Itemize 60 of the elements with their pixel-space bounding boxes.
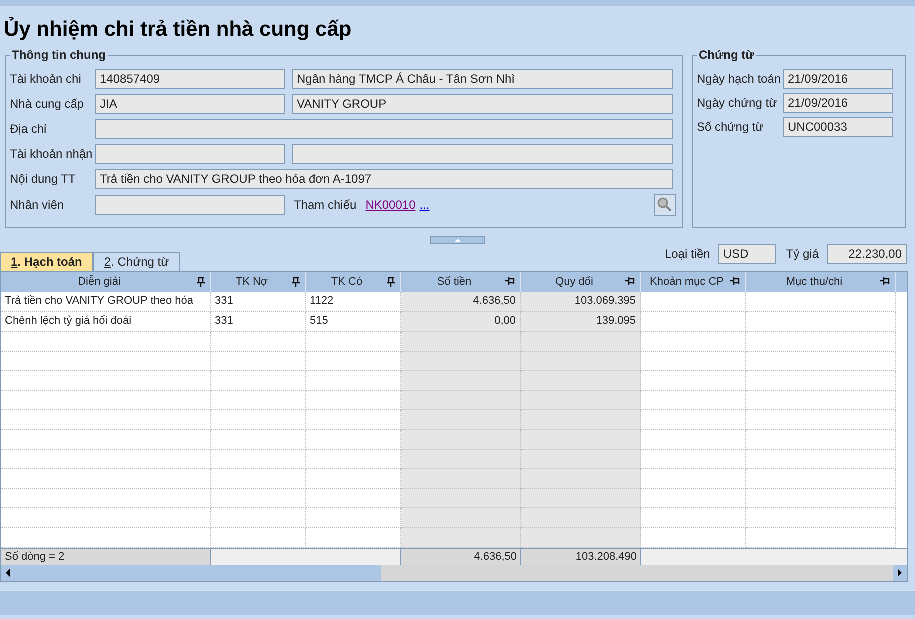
- text-field[interactable]: 21/09/2016: [783, 69, 893, 89]
- pin-icon[interactable]: [505, 277, 515, 285]
- table-cell: 0,00: [401, 312, 521, 332]
- field-label: Ngày chứng từ: [697, 95, 778, 112]
- field-label: Tài khoản chi: [10, 71, 82, 88]
- total-cell: 103.208.490: [521, 548, 641, 565]
- field-label: Nội dung TT: [10, 171, 77, 188]
- reference-link[interactable]: NK00010: [366, 196, 416, 214]
- table-cell: 139.095: [521, 312, 641, 332]
- pin-icon[interactable]: [292, 277, 300, 287]
- total-cell: 4.636,50: [401, 548, 521, 565]
- text-field[interactable]: [95, 195, 285, 215]
- row-count: Số dòng = 2: [1, 548, 211, 565]
- text-field[interactable]: 22.230,00: [827, 244, 907, 264]
- text-field[interactable]: 21/09/2016: [783, 93, 893, 113]
- group-title: Thông tin chung: [11, 47, 107, 64]
- text-field[interactable]: JIA: [95, 94, 285, 114]
- table-cell: 331: [211, 292, 306, 312]
- text-field[interactable]: [95, 144, 285, 164]
- more-link[interactable]: ...: [420, 196, 430, 214]
- pin-icon[interactable]: [880, 277, 890, 285]
- tab[interactable]: 1. Hạch toán: [0, 252, 94, 271]
- field-label: Loại tiền: [664, 246, 710, 263]
- horizontal-scrollbar[interactable]: [1, 564, 907, 581]
- field-label: Tài khoản nhận: [10, 146, 94, 163]
- group-title: Chứng từ: [698, 47, 756, 64]
- text-field[interactable]: UNC00033: [783, 117, 893, 137]
- field-label: Tham chiếu: [294, 197, 357, 214]
- field-label: Số chứng từ: [697, 119, 765, 136]
- text-field[interactable]: Trả tiền cho VANITY GROUP theo hóa đơn A-1097: [95, 169, 673, 189]
- pin-icon[interactable]: [730, 277, 740, 285]
- zoom-icon: [657, 197, 673, 213]
- table-cell: 4.636,50: [401, 292, 521, 312]
- tab[interactable]: 2. Chứng từ: [93, 252, 180, 271]
- text-field[interactable]: USD: [718, 244, 776, 264]
- text-field[interactable]: [292, 144, 673, 164]
- column-header[interactable]: TK Nợ: [211, 272, 306, 292]
- field-label: Nhà cung cấp: [10, 96, 86, 113]
- page-title: Ủy nhiệm chi trả tiền nhà cung cấp: [3, 16, 353, 43]
- table-cell: Trả tiền cho VANITY GROUP theo hóa: [1, 292, 211, 312]
- column-header[interactable]: Khoản mục CP: [641, 272, 746, 292]
- pin-icon[interactable]: [625, 277, 635, 285]
- pin-icon[interactable]: [387, 277, 395, 287]
- pin-icon[interactable]: [197, 277, 205, 287]
- column-header[interactable]: TK Có: [306, 272, 401, 292]
- table-cell: 103.069.395: [521, 292, 641, 312]
- text-field[interactable]: 140857409: [95, 69, 285, 89]
- text-field[interactable]: Ngân hàng TMCP Á Châu - Tân Sơn Nhì: [292, 69, 673, 89]
- column-header[interactable]: Diễn giải: [1, 272, 211, 292]
- table-cell: 331: [211, 312, 306, 332]
- field-label: Địa chỉ: [10, 121, 48, 138]
- field-label: Tỷ giá: [786, 246, 819, 263]
- field-label: Nhân viên: [10, 197, 66, 214]
- column-header[interactable]: Mục thu/chi: [746, 272, 896, 292]
- text-field[interactable]: [95, 119, 673, 139]
- lookup-button[interactable]: [654, 194, 676, 216]
- text-field[interactable]: VANITY GROUP: [292, 94, 673, 114]
- field-label: Ngày hạch toán: [697, 71, 782, 88]
- table-cell: Chênh lệch tỷ giá hối đoái: [1, 312, 211, 332]
- caret-up-icon: [454, 238, 460, 242]
